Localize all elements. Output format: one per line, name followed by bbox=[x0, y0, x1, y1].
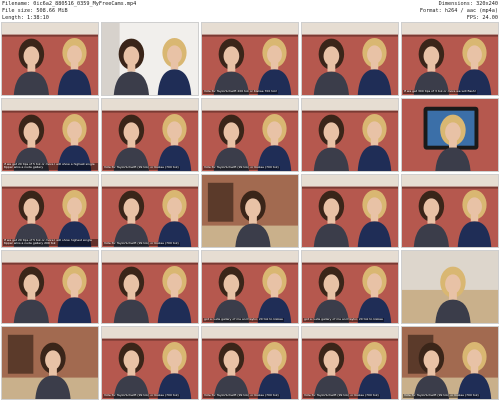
frame-image bbox=[402, 99, 498, 171]
length-value: 1:38:10 bbox=[27, 15, 49, 21]
thumbnail-25[interactable]: Vote for TaylorSchwift (99 tok) or Kiska… bbox=[401, 326, 499, 400]
frame-image bbox=[102, 23, 198, 95]
format-value: h264 / aac (mp4a) bbox=[444, 8, 498, 14]
filename-value: 0ic6a2_880516_0359_MyFreeCams.mp4 bbox=[33, 1, 137, 7]
frame-image bbox=[2, 23, 98, 95]
frame-caption: Vote for TaylorSchwift (99 tok) or Kiska… bbox=[203, 166, 280, 170]
filesize-label: File size: bbox=[2, 8, 34, 14]
frame-image bbox=[2, 175, 98, 247]
thumbnail-5[interactable]: If we get 300 tips of 3 tok or more we w… bbox=[401, 22, 499, 96]
thumbnail-13[interactable] bbox=[201, 174, 299, 248]
frame-image bbox=[102, 327, 198, 399]
thumbnail-14[interactable] bbox=[301, 174, 399, 248]
format-row: Format: h264 / aac (mp4a) bbox=[298, 8, 498, 15]
frame-image bbox=[202, 251, 298, 323]
frame-image bbox=[2, 99, 98, 171]
thumbnail-15[interactable] bbox=[401, 174, 499, 248]
thumbnail-23[interactable]: Vote for TaylorSchwift (99 tok) or Kiska… bbox=[201, 326, 299, 400]
frame-image bbox=[202, 99, 298, 171]
thumbnail-1[interactable] bbox=[1, 22, 99, 96]
frame-image bbox=[202, 23, 298, 95]
thumbnail-8[interactable]: Vote for TaylorSchwift (99 tok) or Kiska… bbox=[201, 98, 299, 172]
frame-caption: Vote for TaylorSchwift 200 tok or Kiskae… bbox=[203, 90, 279, 94]
frame-caption: Vote for TaylorSchwift (99 tok) or Kiska… bbox=[403, 394, 480, 398]
contact-sheet-header: Filename: 0ic6a2_880516_0359_MyFreeCams.… bbox=[0, 0, 500, 22]
frame-image bbox=[2, 251, 98, 323]
fps-label: FPS: bbox=[466, 15, 480, 21]
thumbnail-6[interactable]: if we get 20 tips of 5 tok or more I wil… bbox=[1, 98, 99, 172]
filename-label: Filename: bbox=[2, 1, 31, 7]
frame-image bbox=[102, 251, 198, 323]
frame-image bbox=[102, 99, 198, 171]
frame-caption: got a nude gallery of me and taylor. 20 … bbox=[303, 318, 384, 322]
dimensions-value: 320x240 bbox=[476, 1, 498, 7]
frame-image bbox=[402, 251, 498, 323]
fps-value: 24.00 bbox=[482, 15, 498, 21]
filename-row: Filename: 0ic6a2_880516_0359_MyFreeCams.… bbox=[2, 1, 262, 8]
thumbnail-7[interactable]: Vote for TaylorSchwift (99 tok) or Kiska… bbox=[101, 98, 199, 172]
thumbnail-10[interactable] bbox=[401, 98, 499, 172]
thumbnail-18[interactable]: got a nude gallery of me and taylor. 20 … bbox=[201, 250, 299, 324]
filesize-row: File size: 508.66 MiB bbox=[2, 8, 262, 15]
frame-caption: Vote for TaylorSchwift (99 tok) or Kiska… bbox=[203, 394, 280, 398]
frame-image bbox=[102, 175, 198, 247]
thumbnail-3[interactable]: Vote for TaylorSchwift 200 tok or Kiskae… bbox=[201, 22, 299, 96]
thumbnail-22[interactable]: Vote for TaylorSchwift (99 tok) or Kiska… bbox=[101, 326, 199, 400]
thumbnail-12[interactable]: Vote for TaylorSchwift (99 tok) or Kiska… bbox=[101, 174, 199, 248]
frame-image bbox=[302, 175, 398, 247]
frame-image bbox=[402, 327, 498, 399]
frame-image bbox=[2, 327, 98, 399]
thumbnail-20[interactable] bbox=[401, 250, 499, 324]
frame-caption: Vote for TaylorSchwift (99 tok) or Kiska… bbox=[103, 166, 180, 170]
dimensions-row: Dimensions: 320x240 bbox=[298, 1, 498, 8]
thumbnail-grid: Vote for TaylorSchwift 200 tok or Kiskae… bbox=[1, 22, 499, 400]
frame-image bbox=[202, 175, 298, 247]
frame-caption: Vote for TaylorSchwift (99 tok) or Kiska… bbox=[103, 394, 180, 398]
dimensions-label: Dimensions: bbox=[438, 1, 473, 7]
file-info-right: Dimensions: 320x240 Format: h264 / aac (… bbox=[298, 1, 498, 22]
thumbnail-17[interactable] bbox=[101, 250, 199, 324]
frame-caption: got a nude gallery of me and taylor. 20 … bbox=[203, 318, 284, 322]
frame-image bbox=[402, 175, 498, 247]
filesize-value: 508.66 MiB bbox=[36, 8, 68, 14]
frame-caption: Vote for TaylorSchwift (99 tok) or Kiska… bbox=[103, 242, 180, 246]
frame-image bbox=[302, 23, 398, 95]
length-row: Length: 1:38:10 bbox=[2, 15, 262, 22]
format-label: Format: bbox=[419, 8, 442, 14]
frame-image bbox=[302, 99, 398, 171]
thumbnail-9[interactable] bbox=[301, 98, 399, 172]
length-label: Length: bbox=[2, 15, 24, 21]
thumbnail-2[interactable] bbox=[101, 22, 199, 96]
fps-row: FPS: 24.00 bbox=[298, 15, 498, 22]
thumbnail-4[interactable] bbox=[301, 22, 399, 96]
frame-caption: if we get 20 tips of 5 tok or more I wil… bbox=[3, 162, 98, 170]
frame-image bbox=[302, 251, 398, 323]
thumbnail-11[interactable]: If we get 20 tips of 5 tok or more I wil… bbox=[1, 174, 99, 248]
frame-caption: If we get 300 tips of 3 tok or more we w… bbox=[403, 90, 477, 94]
thumbnail-16[interactable] bbox=[1, 250, 99, 324]
thumbnail-21[interactable] bbox=[1, 326, 99, 400]
frame-image bbox=[202, 327, 298, 399]
frame-image bbox=[302, 327, 398, 399]
thumbnail-19[interactable]: got a nude gallery of me and taylor. 20 … bbox=[301, 250, 399, 324]
frame-caption: Vote for TaylorSchwift (99 tok) or Kiska… bbox=[303, 394, 380, 398]
frame-caption: If we get 20 tips of 5 tok or more I wil… bbox=[3, 238, 98, 246]
file-info-left: Filename: 0ic6a2_880516_0359_MyFreeCams.… bbox=[2, 1, 262, 22]
thumbnail-24[interactable]: Vote for TaylorSchwift (99 tok) or Kiska… bbox=[301, 326, 399, 400]
frame-image bbox=[402, 23, 498, 95]
